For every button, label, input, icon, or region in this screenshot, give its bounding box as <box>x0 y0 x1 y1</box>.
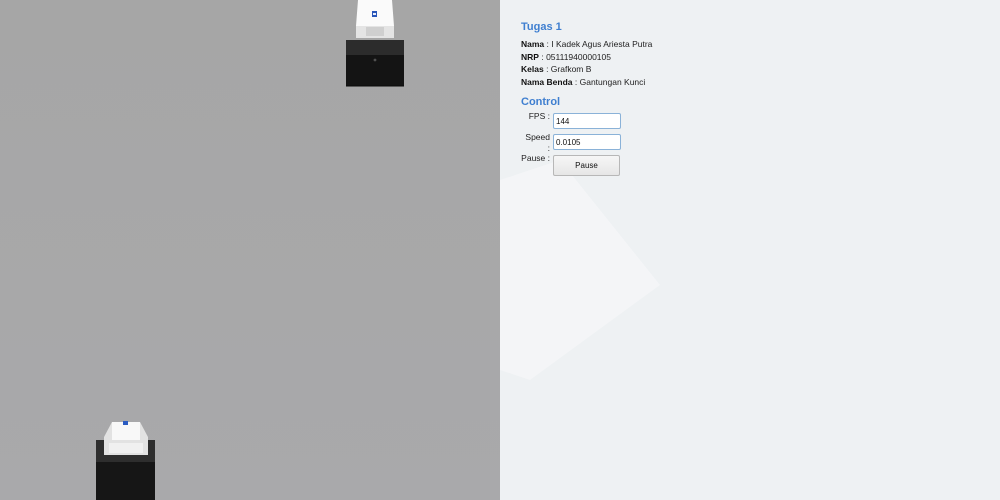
keychain-emblem-detail <box>373 13 376 15</box>
motion-trail-shape <box>500 160 660 380</box>
pause-row: Pause : Pause <box>521 153 821 176</box>
keychain-base-front-2 <box>96 462 155 500</box>
render-canvas[interactable] <box>0 0 500 500</box>
speed-label: Speed : <box>525 132 550 153</box>
panel-content: Tugas 1 Nama : I Kadek Agus Ariesta Putr… <box>521 20 821 176</box>
keychain-emblem-2 <box>123 421 128 425</box>
keychain-base-top <box>346 40 404 55</box>
info-row-nrp: NRP : 05111940000105 <box>521 51 821 64</box>
info-row-kelas: Kelas : Grafkom B <box>521 63 821 76</box>
fps-label: FPS : <box>528 111 550 121</box>
side-panel: Tugas 1 Nama : I Kadek Agus Ariesta Putr… <box>500 0 1000 500</box>
fps-row: FPS : <box>521 111 821 134</box>
info-key-kelas: Kelas <box>521 64 544 74</box>
scene-svg <box>96 0 404 500</box>
info-key-nama-benda: Nama Benda <box>521 76 573 87</box>
info-title: Tugas 1 <box>521 21 562 33</box>
pause-button[interactable]: Pause <box>553 155 620 176</box>
speed-row: Speed : <box>521 132 821 155</box>
app-window: Tugas 1 Nama : I Kadek Agus Ariesta Putr… <box>0 0 1000 500</box>
speed-input[interactable] <box>553 134 621 150</box>
control-title: Control <box>521 96 561 108</box>
info-value-kelas: Grafkom B <box>550 64 592 74</box>
info-key-nrp: NRP <box>521 51 539 62</box>
info-key-nama: Nama <box>521 39 545 49</box>
pause-label: Pause : <box>521 153 550 163</box>
info-value-nrp: 05111940000105 <box>546 51 611 62</box>
keychain-object-top <box>346 0 404 87</box>
info-value-nama: I Kadek Agus Ariesta Putra <box>551 39 653 49</box>
info-row-nama: Nama : I Kadek Agus Ariesta Putra <box>521 38 821 51</box>
keychain-inner-block <box>366 27 384 36</box>
keychain-body-lower-2 <box>109 443 143 453</box>
info-value-nama-benda: Gantungan Kunci <box>579 76 646 87</box>
fps-input[interactable] <box>553 113 621 129</box>
info-row-nama-benda: Nama Benda : Gantungan Kunci <box>521 76 821 89</box>
keychain-object-bottom <box>96 421 155 500</box>
keychain-hole <box>373 58 377 62</box>
